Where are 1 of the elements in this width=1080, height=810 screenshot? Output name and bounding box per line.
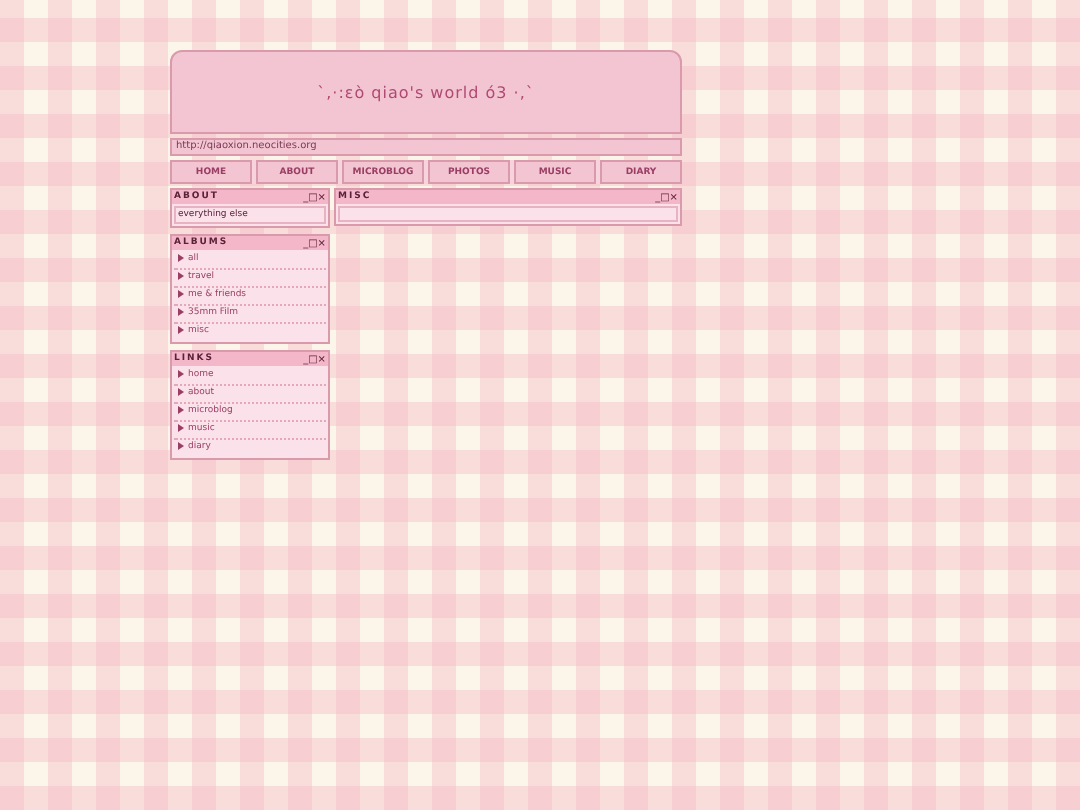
site-title: `,·:εò qiao's world ó3 ·,` bbox=[317, 83, 535, 101]
